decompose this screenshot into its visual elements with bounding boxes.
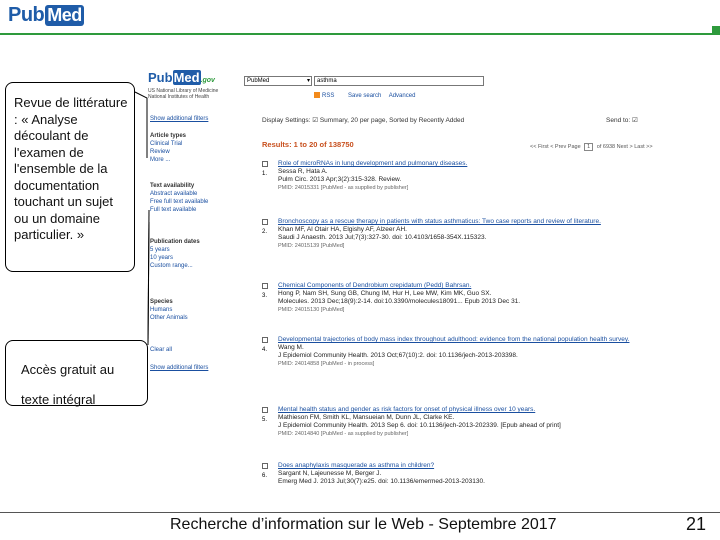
result-title-link[interactable]: Bronchoscopy as a rescue therapy in pati… bbox=[278, 218, 652, 226]
filter-item[interactable]: Review bbox=[150, 148, 186, 156]
save-search-link[interactable]: Save search bbox=[348, 93, 381, 99]
prev-page-link[interactable]: < Prev bbox=[550, 144, 566, 150]
advanced-search-link[interactable]: Advanced bbox=[389, 93, 416, 99]
result-checkbox[interactable] bbox=[262, 337, 268, 343]
display-settings[interactable]: Display Settings: ☑ Summary, 20 per page… bbox=[262, 116, 464, 124]
filter-item[interactable]: Free full text available bbox=[150, 198, 208, 206]
result-journal: J Epidemiol Community Health. 2013 Sep 6… bbox=[278, 422, 561, 429]
first-page-link[interactable]: << First bbox=[530, 144, 549, 150]
pagination: << First < Prev Page 1 of 6938 Next > La… bbox=[530, 143, 653, 151]
result-checkbox[interactable] bbox=[262, 463, 268, 469]
filter-item[interactable]: Other Animals bbox=[150, 314, 188, 322]
search-sub-links: RSS Save search Advanced bbox=[314, 92, 421, 99]
result-journal: Molecules. 2013 Dec;18(9):2-14. doi:10.3… bbox=[278, 298, 521, 305]
footer-rule bbox=[0, 512, 720, 513]
filter-publication-dates: Publication dates 5 years 10 years Custo… bbox=[150, 239, 200, 270]
result-journal: Emerg Med J. 2013 Jul;30(7):e25. doi: 10… bbox=[278, 478, 485, 485]
result-title-link[interactable]: Mental health status and gender as risk … bbox=[278, 406, 652, 414]
filter-item[interactable]: Abstract available bbox=[150, 190, 208, 198]
page-number-input[interactable]: 1 bbox=[584, 143, 594, 151]
page-label: Page bbox=[567, 144, 581, 150]
result-pmid: PMID: 24014858 [PubMed - in process] bbox=[278, 361, 375, 367]
result-pmid: PMID: 24015331 [PubMed - as supplied by … bbox=[278, 185, 409, 191]
next-page-link[interactable]: Next > bbox=[617, 144, 633, 150]
filter-show-additional-bottom: Show additional filters bbox=[150, 364, 208, 372]
result-item: 3. Chemical Components of Dendrobium cre… bbox=[262, 282, 652, 314]
result-item: 2. Bronchoscopy as a rescue therapy in p… bbox=[262, 218, 652, 250]
result-item: 5. Mental health status and gender as ri… bbox=[262, 406, 652, 438]
show-additional-filters-link[interactable]: Show additional filters bbox=[150, 364, 208, 372]
result-title-link[interactable]: Does anaphylaxis masquerade as asthma in… bbox=[278, 462, 652, 470]
result-journal: Pulm Circ. 2013 Apr;3(2):315-328. Review… bbox=[278, 176, 402, 183]
result-checkbox[interactable] bbox=[262, 161, 268, 167]
filter-item[interactable]: Full text available bbox=[150, 206, 208, 214]
result-checkbox[interactable] bbox=[262, 407, 268, 413]
header-rule-endcap bbox=[712, 26, 720, 34]
result-item: 1. Role of microRNAs in lung development… bbox=[262, 160, 652, 192]
filter-species: Species Humans Other Animals bbox=[150, 299, 188, 322]
result-authors: Sargant N, Lajeunesse M, Berger J. bbox=[278, 470, 382, 477]
results-count: Results: 1 to 20 of 138750 bbox=[262, 140, 354, 149]
clear-all-link[interactable]: Clear all bbox=[150, 346, 172, 354]
result-title-link[interactable]: Chemical Components of Dendrobium crepid… bbox=[278, 282, 652, 290]
send-to-menu[interactable]: Send to: ☑ bbox=[606, 116, 638, 124]
chevron-down-icon: ▾ bbox=[306, 78, 310, 84]
result-item: 6. Does anaphylaxis masquerade as asthma… bbox=[262, 462, 652, 486]
filter-text-availability: Text availability Abstract available Fre… bbox=[150, 183, 209, 214]
header-rule bbox=[0, 33, 720, 35]
show-additional-filters-link[interactable]: Show additional filters bbox=[150, 116, 208, 122]
review-definition-callout: Revue de littérature : « Analyse découla… bbox=[5, 82, 135, 272]
result-authors: Wang M. bbox=[278, 344, 304, 351]
filter-article-types: Article types Clinical Trial Review More… bbox=[150, 133, 187, 164]
result-authors: Sessa R, Hata A. bbox=[278, 168, 328, 175]
pubmed-logo: Pub Med bbox=[8, 4, 84, 26]
page-total: of 6938 bbox=[596, 144, 616, 150]
result-checkbox[interactable] bbox=[262, 283, 268, 289]
slide-page-number: 21 bbox=[685, 514, 706, 534]
result-authors: Khan MF, Al Otair HA, Elgishy AF, Alzeer… bbox=[278, 226, 407, 233]
result-pmid: PMID: 24015130 [PubMed] bbox=[278, 307, 345, 313]
filter-item[interactable]: Clinical Trial bbox=[150, 140, 186, 148]
result-journal: Saudi J Anaesth. 2013 Jul;7(3):327-30. d… bbox=[278, 234, 487, 241]
result-journal: J Epidemiol Community Health. 2013 Oct;6… bbox=[278, 352, 518, 359]
filter-item[interactable]: Humans bbox=[150, 306, 188, 314]
slide-footer: Recherche d’information sur le Web - Sep… bbox=[170, 516, 557, 533]
search-input[interactable]: asthma bbox=[314, 76, 484, 86]
result-title-link[interactable]: Role of microRNAs in lung development an… bbox=[278, 160, 652, 168]
rss-icon bbox=[314, 92, 320, 98]
nlm-subtitle: US National Library of Medicine National… bbox=[148, 88, 219, 100]
rss-link[interactable]: RSS bbox=[314, 92, 340, 99]
result-title-link[interactable]: Developmental trajectories of body mass … bbox=[278, 336, 652, 344]
filter-item[interactable]: More ... bbox=[150, 156, 186, 164]
result-checkbox[interactable] bbox=[262, 219, 268, 225]
database-select[interactable]: PubMed ▾ bbox=[244, 76, 312, 86]
pubmed-gov-logo: PubMed.gov bbox=[148, 70, 215, 85]
last-page-link[interactable]: Last >> bbox=[634, 144, 652, 150]
result-authors: Mathieson FM, Smith KL, Mansueian M, Dun… bbox=[278, 414, 455, 421]
result-pmid: PMID: 24015139 [PubMed] bbox=[278, 243, 345, 249]
filter-item[interactable]: 5 years bbox=[150, 246, 200, 254]
filter-item[interactable]: 10 years bbox=[150, 254, 200, 262]
result-pmid: PMID: 24014840 [PubMed - as supplied by … bbox=[278, 431, 409, 437]
result-item: 4. Developmental trajectories of body ma… bbox=[262, 336, 652, 368]
free-full-text-callout: Accès gratuit au texte intégral bbox=[5, 340, 148, 407]
filter-clear-all: Clear all bbox=[150, 346, 172, 354]
result-authors: Hong P, Nam SH, Sung GB, Chung IM, Hur H… bbox=[278, 290, 492, 297]
filter-item[interactable]: Custom range... bbox=[150, 262, 200, 270]
pubmed-screenshot: PubMed.gov US National Library of Medici… bbox=[138, 66, 658, 512]
